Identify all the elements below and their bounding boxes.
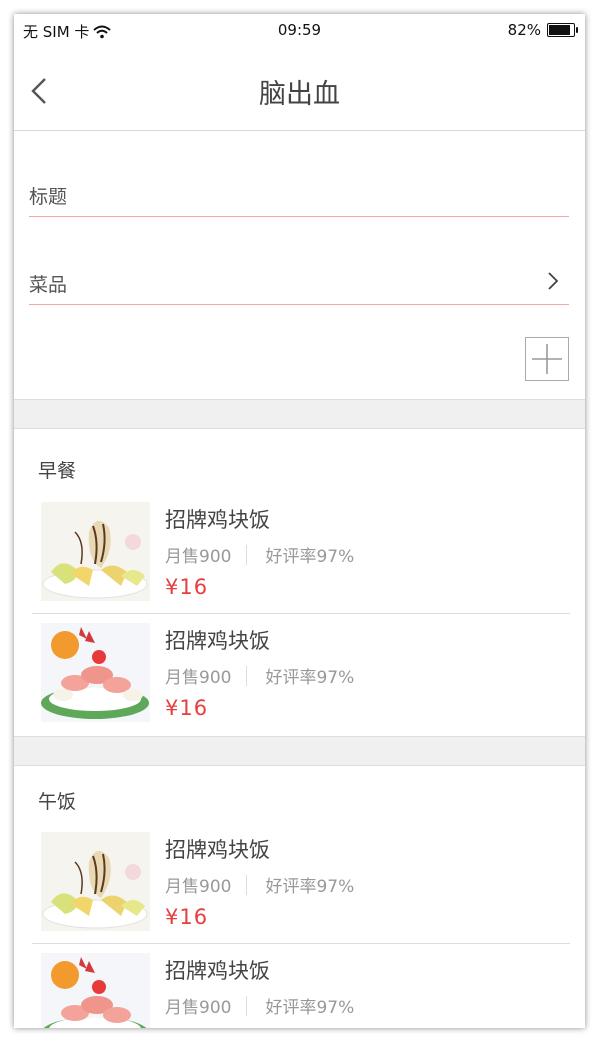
dish-name: 招牌鸡块饭: [165, 838, 270, 862]
section-divider: [14, 736, 585, 766]
title-field[interactable]: 标题: [29, 176, 569, 217]
monthly-sales: 月售900: [165, 668, 232, 688]
section-divider: [14, 399, 585, 429]
dish-stats: 月售900 好评率97%: [165, 872, 354, 897]
monthly-sales: 月售900: [165, 877, 232, 897]
section-title-breakfast: 早餐: [38, 460, 77, 482]
nav-bar: 脑出血: [14, 48, 585, 131]
dish-stats: 月售900 好评率97%: [165, 663, 354, 688]
plus-icon: [532, 344, 562, 374]
dish-item[interactable]: 招牌鸡块饭 月售900 好评率97% ¥16: [32, 613, 570, 734]
battery-fill: [549, 25, 571, 35]
rating: 好评率97%: [265, 998, 355, 1018]
stats-separator: [246, 874, 248, 895]
rating: 好评率97%: [265, 668, 355, 688]
dish-name: 招牌鸡块饭: [165, 629, 270, 653]
rating: 好评率97%: [265, 547, 355, 567]
status-time: 09:59: [277, 21, 322, 39]
dish-item[interactable]: 招牌鸡块饭 月售900 好评率97% ¥16: [32, 492, 570, 614]
status-bar: 无 SIM 卡 09:59 82%: [14, 14, 585, 48]
stats-separator: [246, 665, 248, 686]
dish-stats: 月售900 好评率97%: [165, 542, 354, 567]
stats-separator: [246, 995, 248, 1016]
dish-thumbnail-dessert: [41, 832, 150, 931]
section-title-lunch: 午饭: [38, 791, 77, 813]
add-button[interactable]: [525, 337, 569, 381]
chevron-right-icon: [548, 272, 559, 290]
monthly-sales: 月售900: [165, 998, 232, 1018]
dish-thumbnail-shrimp: [41, 953, 150, 1028]
dish-stats: 月售900 好评率97%: [165, 993, 354, 1018]
dish-item[interactable]: 招牌鸡块饭 月售900 好评率97%: [32, 943, 570, 1028]
battery-percent: 82%: [507, 21, 541, 39]
dish-thumbnail-dessert: [41, 502, 150, 601]
dish-price: ¥16: [165, 696, 209, 720]
dish-price: ¥16: [165, 575, 209, 599]
stats-separator: [246, 544, 248, 565]
dish-field-label: 菜品: [29, 274, 68, 296]
dish-name: 招牌鸡块饭: [165, 959, 270, 983]
monthly-sales: 月售900: [165, 547, 232, 567]
dish-name: 招牌鸡块饭: [165, 508, 270, 532]
battery-info: 82%: [507, 21, 578, 39]
dish-selector[interactable]: 菜品: [29, 264, 569, 305]
phone-screen: 无 SIM 卡 09:59 82% 脑出血 标题 菜品 早餐 招牌鸡块饭 月售9…: [14, 14, 585, 1028]
title-field-label: 标题: [29, 186, 68, 208]
dish-thumbnail-shrimp: [41, 623, 150, 722]
dish-item[interactable]: 招牌鸡块饭 月售900 好评率97% ¥16: [32, 822, 570, 944]
dish-price: ¥16: [165, 905, 209, 929]
page-title: 脑出血: [259, 79, 340, 110]
rating: 好评率97%: [265, 877, 355, 897]
battery-icon: [547, 23, 578, 37]
